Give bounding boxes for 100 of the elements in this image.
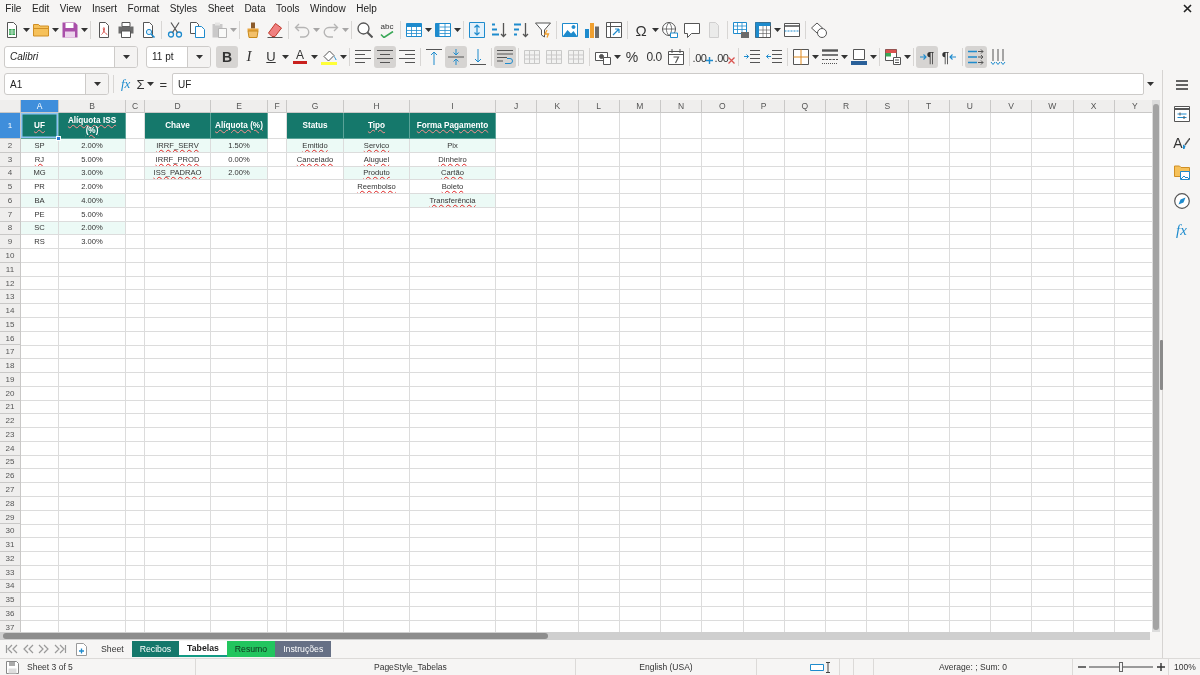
bold-button[interactable]: B bbox=[216, 45, 238, 68]
row-header[interactable]: 14 bbox=[0, 304, 21, 318]
column-header[interactable]: R bbox=[826, 100, 868, 113]
row-header[interactable]: 30 bbox=[0, 524, 21, 539]
italic-button[interactable]: I bbox=[238, 45, 260, 68]
function-wizard-button[interactable]: fx bbox=[118, 73, 134, 95]
menu-item[interactable]: Styles bbox=[164, 0, 203, 17]
row-header[interactable]: 9 bbox=[0, 235, 21, 250]
row-header[interactable]: 10 bbox=[0, 249, 21, 263]
align-center-button[interactable] bbox=[374, 45, 396, 68]
menu-item[interactable]: Window bbox=[304, 0, 351, 17]
column-header[interactable]: W bbox=[1032, 100, 1074, 113]
horizontal-scrollbar[interactable] bbox=[0, 632, 1150, 640]
column-header[interactable]: B bbox=[59, 100, 126, 113]
underline-button[interactable]: U bbox=[260, 45, 282, 68]
name-box[interactable]: A1 bbox=[4, 73, 109, 95]
column-header[interactable]: X bbox=[1073, 100, 1115, 113]
find-replace-button[interactable] bbox=[354, 19, 376, 41]
skip-start-icon[interactable] bbox=[5, 644, 19, 654]
sheet-tab[interactable]: Sheet bbox=[93, 641, 132, 657]
caret-icon[interactable] bbox=[1147, 82, 1155, 86]
add-decimal-button[interactable]: .00 bbox=[692, 45, 714, 68]
column-header[interactable]: K bbox=[537, 100, 579, 113]
row-header[interactable]: 18 bbox=[0, 359, 21, 373]
caret-icon[interactable] bbox=[81, 28, 88, 32]
column-header[interactable]: H bbox=[344, 100, 410, 113]
caret-icon[interactable] bbox=[282, 54, 289, 59]
column-header[interactable]: U bbox=[949, 100, 991, 113]
caret-icon[interactable] bbox=[147, 82, 155, 86]
caret-icon[interactable] bbox=[122, 54, 130, 59]
row-header[interactable]: 23 bbox=[0, 428, 21, 442]
caret-icon[interactable] bbox=[93, 82, 101, 86]
special-character-button[interactable]: Ω bbox=[630, 19, 652, 41]
row-header[interactable]: 22 bbox=[0, 414, 21, 429]
sheet-tab[interactable]: Instruções bbox=[275, 641, 332, 657]
column-header[interactable]: V bbox=[991, 100, 1033, 113]
column-header[interactable]: Q bbox=[784, 100, 826, 113]
column-header[interactable]: M bbox=[619, 100, 661, 113]
sheet-tab[interactable]: Recibos bbox=[131, 641, 180, 657]
sort-button[interactable] bbox=[466, 19, 488, 41]
column-header[interactable]: I bbox=[410, 100, 496, 113]
caret-icon[interactable] bbox=[454, 28, 461, 32]
sum-button[interactable]: Σ bbox=[133, 73, 148, 95]
page-plus-icon[interactable] bbox=[76, 642, 87, 656]
caret-icon[interactable] bbox=[812, 54, 819, 59]
scrollbar-thumb[interactable] bbox=[1153, 104, 1159, 630]
column-header[interactable]: F bbox=[268, 100, 287, 113]
caret-icon[interactable] bbox=[904, 54, 911, 59]
dropdown-button[interactable] bbox=[187, 46, 210, 67]
caret-icon[interactable] bbox=[311, 54, 318, 59]
pivot-table-button[interactable] bbox=[603, 19, 625, 41]
column-header[interactable]: T bbox=[908, 100, 950, 113]
dropdown-button[interactable] bbox=[114, 46, 137, 67]
font-size-field[interactable]: 11 pt bbox=[146, 45, 211, 68]
skip-end-icon[interactable] bbox=[53, 644, 67, 654]
dropdown-button[interactable] bbox=[85, 74, 108, 94]
column-header[interactable]: O bbox=[702, 100, 744, 113]
menu-item[interactable]: File bbox=[0, 0, 27, 17]
caret-icon[interactable] bbox=[870, 54, 877, 59]
chevron-right-icon[interactable] bbox=[37, 644, 51, 654]
menu-item[interactable]: Sheet bbox=[202, 0, 240, 17]
caret-icon[interactable] bbox=[774, 28, 781, 32]
column-header[interactable]: G bbox=[287, 100, 344, 113]
column-header[interactable]: C bbox=[126, 100, 145, 113]
percent-format-button[interactable]: % bbox=[621, 45, 643, 68]
formula-button[interactable]: = bbox=[156, 73, 171, 95]
menu-item[interactable]: Help bbox=[350, 0, 383, 17]
row-header[interactable]: 31 bbox=[0, 538, 21, 552]
column-header[interactable]: P bbox=[743, 100, 785, 113]
close-icon[interactable] bbox=[1183, 4, 1192, 13]
column-header[interactable]: N bbox=[661, 100, 703, 113]
row-header[interactable]: 19 bbox=[0, 373, 21, 387]
row-header[interactable]: 5 bbox=[0, 180, 21, 195]
delete-decimal-button[interactable]: .00 bbox=[714, 45, 736, 68]
menu-item[interactable]: Insert bbox=[86, 0, 123, 17]
vertical-scrollbar[interactable] bbox=[1152, 100, 1160, 632]
font-name-field[interactable]: Calibri bbox=[4, 45, 138, 68]
menu-item[interactable]: View bbox=[54, 0, 87, 17]
left-to-right-button[interactable]: ¶ bbox=[916, 45, 938, 68]
font-color-button[interactable]: A bbox=[289, 45, 311, 68]
styles-button[interactable]: A bbox=[1170, 132, 1193, 154]
caret-icon[interactable] bbox=[841, 54, 848, 59]
caret-icon[interactable] bbox=[195, 54, 203, 59]
column-header[interactable]: Y bbox=[1114, 100, 1152, 113]
print-area-button[interactable] bbox=[730, 19, 752, 41]
menu-item[interactable]: Edit bbox=[26, 0, 55, 17]
scrollbar-thumb[interactable] bbox=[3, 633, 548, 639]
row-header[interactable]: 17 bbox=[0, 345, 21, 360]
number-format-button[interactable]: 0.0 bbox=[643, 45, 665, 68]
slider-thumb[interactable] bbox=[1119, 662, 1123, 672]
text-direction-button[interactable] bbox=[965, 45, 987, 68]
hyperlink-button[interactable] bbox=[659, 19, 681, 41]
row-header[interactable]: 27 bbox=[0, 483, 21, 497]
row-header[interactable]: 13 bbox=[0, 290, 21, 305]
right-to-left-button[interactable]: ¶ bbox=[938, 45, 960, 68]
formula-input[interactable]: UF bbox=[172, 73, 1145, 95]
caret-icon[interactable] bbox=[52, 28, 59, 32]
spelling-button[interactable]: abc bbox=[376, 19, 398, 41]
caret-icon[interactable] bbox=[614, 54, 621, 59]
column-header[interactable]: D bbox=[145, 100, 211, 113]
